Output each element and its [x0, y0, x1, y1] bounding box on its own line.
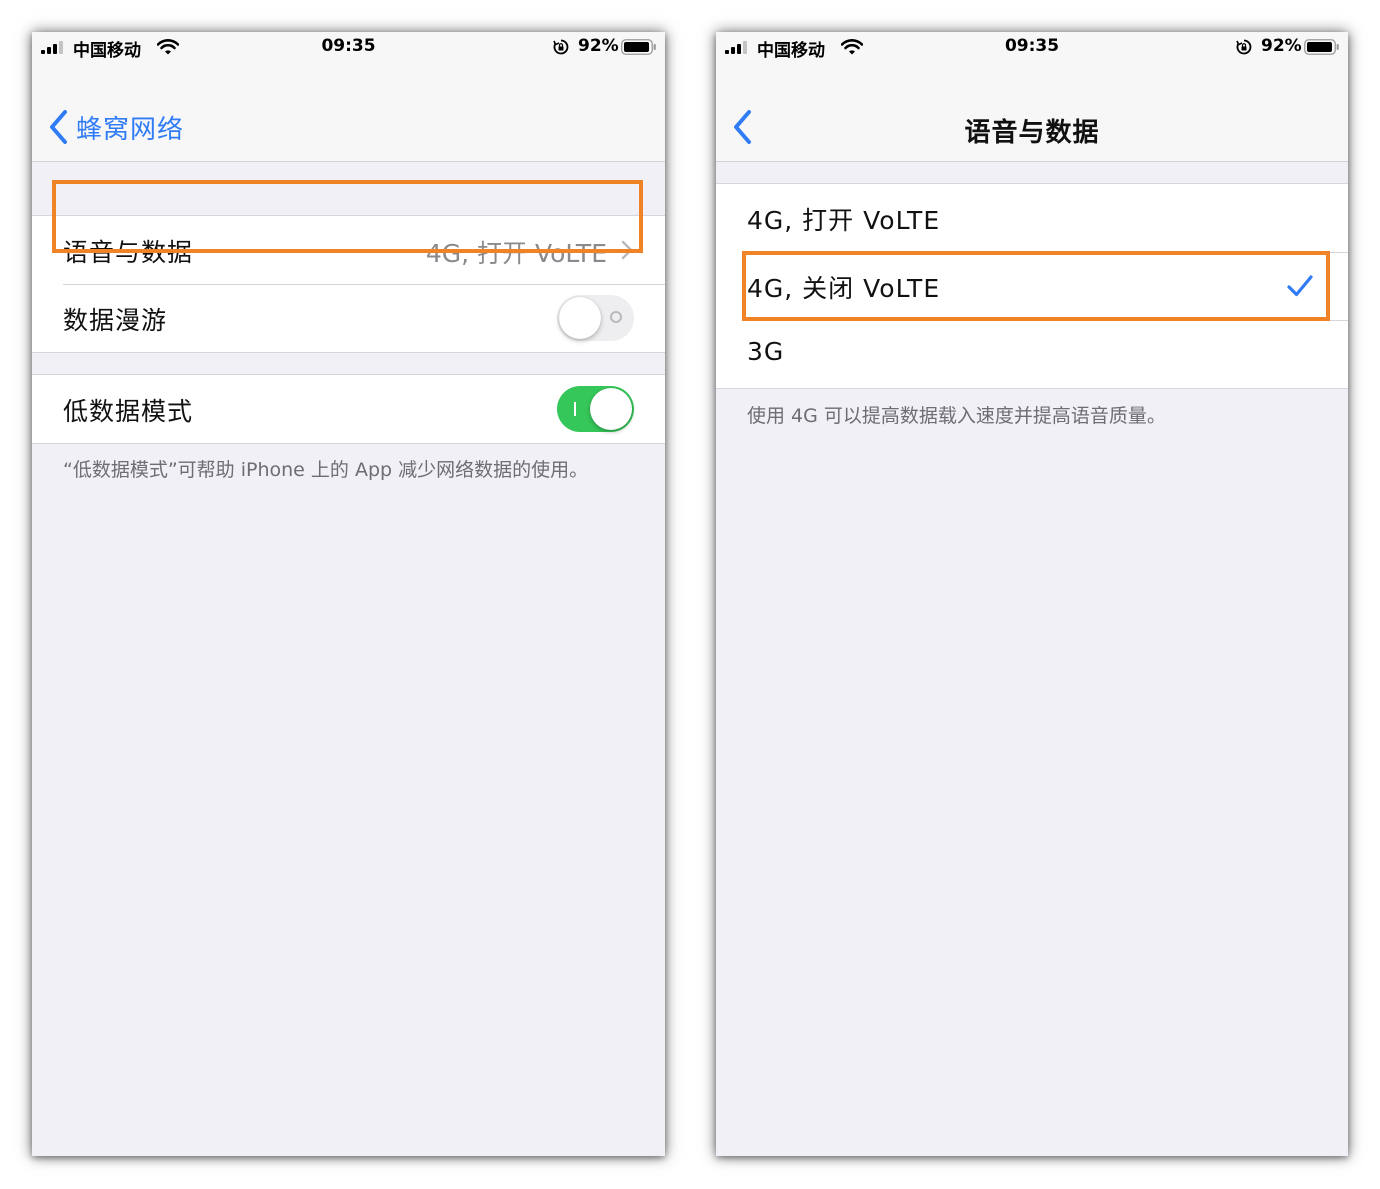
status-bar: 中国移动 09:35 92% — [716, 32, 1348, 62]
option-3g[interactable]: 3G — [716, 320, 1348, 388]
back-button[interactable]: 蜂窝网络 — [48, 109, 184, 145]
rotation-lock-icon — [553, 39, 569, 55]
option-4g-volte-on[interactable]: 4G, 打开 VoLTE — [716, 184, 1348, 252]
option-4g-volte-off[interactable]: 4G, 关闭 VoLTE — [716, 252, 1348, 320]
cell-value: 4G, 打开 VoLTE — [425, 239, 607, 268]
on-indicator-icon — [574, 402, 576, 416]
off-indicator-icon — [610, 311, 622, 323]
status-time: 09:35 — [321, 36, 376, 56]
footer-note: “低数据模式”可帮助 iPhone 上的 App 减少网络数据的使用。 — [63, 459, 589, 481]
option-label: 3G — [747, 337, 785, 366]
battery-percent: 92% — [1261, 36, 1302, 56]
cell-label: 语音与数据 — [63, 238, 194, 267]
phone-screen-cellular: 中国移动 09:35 92% 蜂窝网络 语音与数据 4G, 打开 VoLTE 数… — [32, 32, 665, 1156]
status-bar: 中国移动 09:35 92% — [32, 32, 665, 62]
cell-voice-data[interactable]: 语音与数据 4G, 打开 VoLTE — [32, 216, 665, 284]
cell-data-roaming: 数据漫游 — [32, 284, 665, 352]
chevron-left-icon — [50, 110, 67, 144]
rotation-lock-icon — [1236, 39, 1252, 55]
settings-group-network: 语音与数据 4G, 打开 VoLTE 数据漫游 — [32, 215, 665, 353]
data-roaming-switch[interactable] — [557, 295, 634, 341]
cell-label: 低数据模式 — [63, 397, 194, 426]
phone-screen-voice-data: 中国移动 09:35 92% 语音与数据 4G, 打开 VoLTE 4G, 关闭… — [716, 32, 1348, 1156]
voice-data-options: 4G, 打开 VoLTE 4G, 关闭 VoLTE 3G — [716, 183, 1348, 389]
status-time: 09:35 — [1004, 36, 1060, 56]
page-title: 语音与数据 — [964, 118, 1100, 148]
option-label: 4G, 关闭 VoLTE — [747, 274, 941, 303]
back-label: 蜂窝网络 — [76, 114, 185, 145]
settings-group-low-data: 低数据模式 — [32, 374, 665, 444]
navigation-bar: 语音与数据 — [716, 62, 1348, 162]
navigation-bar: 蜂窝网络 — [32, 62, 665, 162]
switch-knob — [559, 297, 601, 339]
option-label: 4G, 打开 VoLTE — [747, 206, 941, 235]
battery-icon — [621, 39, 656, 55]
cell-low-data-mode: 低数据模式 — [32, 375, 665, 443]
cell-label: 数据漫游 — [63, 306, 168, 335]
footer-note: 使用 4G 可以提高数据载入速度并提高语音质量。 — [747, 405, 1166, 427]
battery-percent: 92% — [578, 36, 619, 56]
battery-icon — [1304, 39, 1339, 55]
low-data-mode-switch[interactable] — [557, 386, 634, 432]
switch-knob — [590, 388, 632, 430]
checkmark-icon — [1287, 275, 1313, 297]
chevron-right-icon — [621, 240, 633, 260]
